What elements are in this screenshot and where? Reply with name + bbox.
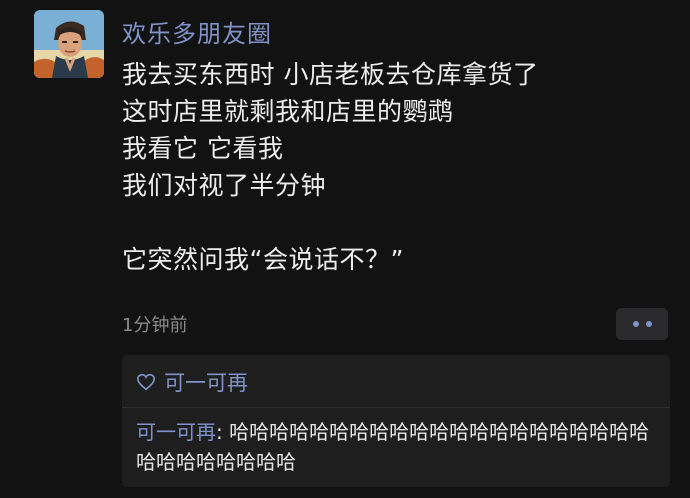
post-author-name[interactable]: 欢乐多朋友圈 bbox=[122, 14, 272, 49]
more-dot-icon bbox=[645, 321, 652, 327]
post-timestamp: 1分钟前 bbox=[122, 315, 188, 336]
post-line: 它突然问我“会说话不？” bbox=[122, 245, 404, 274]
avatar-image bbox=[34, 10, 104, 78]
post-line: 我们对视了半分钟 bbox=[122, 171, 327, 200]
comment-author[interactable]: 可一可再 bbox=[136, 420, 216, 444]
more-dot-icon bbox=[632, 321, 639, 327]
post-line: 我看它 它看我 bbox=[122, 134, 284, 163]
post-line-blank bbox=[122, 204, 662, 241]
interaction-panel: 可一可再 可一可再: 哈哈哈哈哈哈哈哈哈哈哈哈哈哈哈哈哈哈哈哈哈哈哈哈哈哈哈哈哈 bbox=[122, 355, 670, 487]
likes-row: 可一可再 bbox=[136, 367, 248, 397]
heart-outline-icon bbox=[136, 373, 156, 391]
post-line: 这时店里就剩我和店里的鹦鹉 bbox=[122, 97, 454, 126]
avatar[interactable] bbox=[34, 10, 104, 78]
divider bbox=[122, 407, 670, 408]
comment-item[interactable]: 可一可再: 哈哈哈哈哈哈哈哈哈哈哈哈哈哈哈哈哈哈哈哈哈哈哈哈哈哈哈哈哈 bbox=[136, 417, 664, 477]
post-text: 我去买东西时 小店老板去仓库拿货了 这时店里就剩我和店里的鹦鹉 我看它 它看我 … bbox=[122, 56, 662, 278]
like-user-name[interactable]: 可一可再 bbox=[164, 367, 248, 397]
post-line: 我去买东西时 小店老板去仓库拿货了 bbox=[122, 60, 539, 89]
comment-separator: : bbox=[216, 420, 230, 444]
more-actions-button[interactable] bbox=[616, 308, 668, 340]
